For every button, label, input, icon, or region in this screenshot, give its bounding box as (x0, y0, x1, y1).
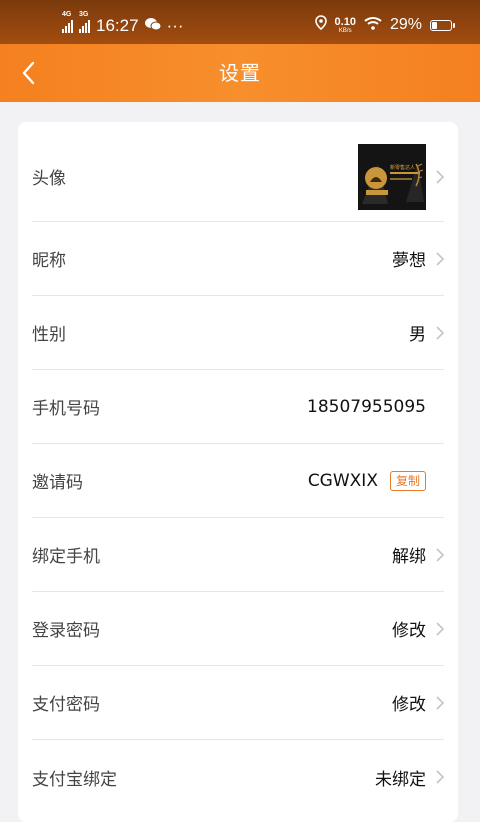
copy-button[interactable]: 复制 (389, 470, 426, 491)
chevron-right-icon (426, 695, 444, 710)
row-label: 绑定手机 (32, 547, 100, 567)
row-label: 头像 (32, 169, 66, 189)
chevron-right-icon (426, 325, 444, 340)
chevron-right-icon (426, 547, 444, 562)
avatar[interactable]: 新零售达人 (358, 143, 426, 210)
page-title: 设置 (219, 61, 261, 85)
pay-password-value: 修改 (392, 695, 426, 715)
gender-value: 男 (409, 325, 426, 345)
row-label: 昵称 (32, 251, 66, 271)
battery-fill (432, 21, 437, 29)
row-label: 支付密码 (32, 695, 100, 715)
status-time: 16:27 (96, 16, 139, 35)
status-bar: 4G 3G 16:27 ··· 0.10 KB/s 29% (0, 0, 480, 44)
speed-value: 0.10 (334, 15, 356, 28)
row-invite-code: 邀请码 CGWXIX 复制 (32, 444, 444, 518)
chevron-right-icon (426, 169, 444, 184)
signal-3g-icon: 3G (79, 11, 90, 33)
unbind-value: 解绑 (392, 547, 426, 567)
row-label: 手机号码 (32, 399, 100, 419)
invite-code-value: CGWXIX (307, 470, 378, 491)
alipay-binding-value: 未绑定 (375, 769, 426, 790)
avatar-caption: 新零售达人 (390, 164, 416, 171)
row-pay-password[interactable]: 支付密码 修改 (32, 666, 444, 740)
network-type-label-2: 3G (79, 11, 89, 18)
wechat-icon (144, 16, 162, 36)
speed-unit: KB/s (338, 27, 352, 34)
row-gender[interactable]: 性别 男 (32, 296, 444, 370)
nickname-value: 夢想 (392, 251, 426, 271)
status-right: 0.10 KB/s 29% (314, 15, 455, 35)
signal-4g-icon: 4G (62, 11, 73, 33)
row-label: 性别 (32, 325, 66, 345)
row-avatar[interactable]: 头像 新零售达人 (32, 132, 444, 222)
chevron-right-icon (426, 621, 444, 636)
nav-bar: 设置 (0, 44, 480, 102)
status-left: 4G 3G 16:27 ··· (62, 11, 184, 36)
chevron-right-icon (426, 251, 444, 266)
row-alipay-binding[interactable]: 支付宝绑定 未绑定 (32, 740, 444, 814)
row-label: 登录密码 (32, 621, 100, 641)
battery-icon (430, 19, 455, 31)
row-login-password[interactable]: 登录密码 修改 (32, 592, 444, 666)
wifi-icon (364, 16, 382, 35)
settings-card: 头像 新零售达人 昵称 夢想 性别 男 手机号码 18507955095 邀请码… (18, 122, 458, 822)
row-bind-phone[interactable]: 绑定手机 解绑 (32, 518, 444, 592)
network-speed: 0.10 KB/s (334, 15, 356, 34)
battery-percent: 29% (389, 16, 422, 33)
row-nickname[interactable]: 昵称 夢想 (32, 222, 444, 296)
login-password-value: 修改 (392, 621, 426, 641)
row-phone: 手机号码 18507955095 (32, 370, 444, 444)
row-label: 邀请码 (32, 473, 83, 493)
location-icon (314, 15, 327, 35)
network-type-label: 4G (62, 11, 72, 18)
chevron-right-icon (426, 770, 444, 784)
more-notifications: ··· (166, 16, 184, 35)
phone-value: 18507955095 (307, 396, 426, 417)
row-label: 支付宝绑定 (32, 769, 117, 790)
